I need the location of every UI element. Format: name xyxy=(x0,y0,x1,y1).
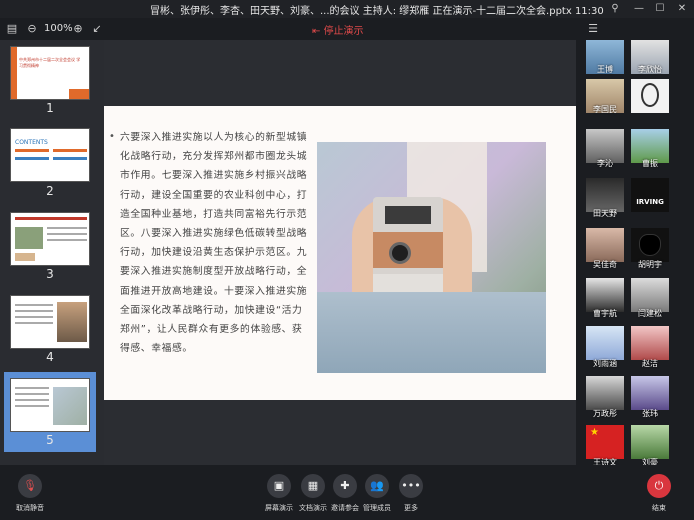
participant-name: 刘雨涵 xyxy=(593,359,617,368)
participant-name: 闫建松 xyxy=(638,309,662,318)
microphone-muted-icon[interactable]: 🎙 xyxy=(18,474,42,498)
thumbnail-number: 1 xyxy=(46,101,54,115)
slide-thumbnail-3[interactable] xyxy=(10,212,90,266)
exit-icon: ⇤ xyxy=(312,26,324,37)
participant-tile[interactable] xyxy=(631,278,669,312)
participant-name: 曹宇航 xyxy=(593,309,617,318)
participant-tile[interactable] xyxy=(586,228,624,262)
participant-tile[interactable] xyxy=(631,326,669,360)
participant-tile[interactable] xyxy=(631,79,669,113)
participant-tile[interactable] xyxy=(631,228,669,262)
participant-name: 李国民 xyxy=(593,105,617,114)
pin-icon[interactable]: ⚲ xyxy=(608,2,622,16)
slide-thumbnail-4[interactable] xyxy=(10,295,90,349)
participant-tile[interactable]: ★ xyxy=(586,425,624,459)
participant-name: 曹振 xyxy=(642,159,658,168)
thumbnail-number: 2 xyxy=(46,184,54,198)
participant-name: 李欣怡 xyxy=(638,65,662,74)
participant-tile[interactable] xyxy=(586,326,624,360)
screen-share-icon[interactable]: ▣ xyxy=(267,474,291,498)
zoom-level: 100% xyxy=(44,23,73,34)
bullet-icon: • xyxy=(109,131,115,142)
slide-thumbnail-1[interactable]: 中共郑州市十二届二次全会会议 学习贯彻精神 xyxy=(10,46,90,100)
thumbnail-number: 5 xyxy=(46,433,54,447)
stop-presenting-button[interactable]: ⇤ 停止演示 xyxy=(312,22,364,37)
participant-tile[interactable]: IRVING xyxy=(631,178,669,212)
participant-tile[interactable] xyxy=(631,425,669,459)
participant-tile[interactable] xyxy=(586,178,624,212)
manage-members-icon[interactable]: 👥 xyxy=(365,474,389,498)
more-label: 更多 xyxy=(404,504,418,512)
end-meeting-icon[interactable]: ⏻ xyxy=(647,474,671,498)
participant-tile[interactable] xyxy=(586,278,624,312)
thumbnail-number: 3 xyxy=(46,267,54,281)
participant-name: 王博 xyxy=(597,65,613,74)
participant-name: 赵洁 xyxy=(642,359,658,368)
sidebar-toggle-icon[interactable]: ▤ xyxy=(4,21,20,37)
participant-name: 万政彤 xyxy=(593,409,617,418)
fit-screen-icon[interactable]: ↙ xyxy=(89,21,105,37)
unmute-label: 取消静音 xyxy=(16,504,44,512)
document-share-icon[interactable]: ▦ xyxy=(301,474,325,498)
minimize-icon[interactable]: — xyxy=(632,2,646,16)
participant-list-icon[interactable]: ☰ xyxy=(585,21,601,37)
participant-tile[interactable] xyxy=(586,376,624,410)
zoom-out-icon[interactable]: ⊖ xyxy=(24,21,40,37)
close-icon[interactable]: ✕ xyxy=(675,2,689,16)
participant-name: 胡明宇 xyxy=(638,260,662,269)
participant-name: 田天野 xyxy=(593,209,617,218)
invite-icon[interactable]: ✚ xyxy=(333,474,357,498)
maximize-icon[interactable]: ☐ xyxy=(653,2,667,16)
slide-thumbnail-2[interactable]: CONTENTS xyxy=(10,128,90,182)
end-meeting-label: 结束 xyxy=(652,504,666,512)
more-icon[interactable]: ••• xyxy=(399,474,423,498)
slide-thumbnail-5[interactable] xyxy=(10,378,90,432)
slide-photo xyxy=(317,142,546,373)
window-title: 冒彬、张伊彤、李杏、田天野、刘豪、...的会议 主持人: 缪郑雁 正在演示-十二… xyxy=(150,6,604,17)
zoom-in-icon[interactable]: ⊕ xyxy=(70,21,86,37)
star-icon: ★ xyxy=(590,427,599,438)
thumbnail-number: 4 xyxy=(46,350,54,364)
participant-tile[interactable] xyxy=(631,376,669,410)
participant-name: 张玮 xyxy=(642,409,658,418)
participant-name: 李沁 xyxy=(597,159,613,168)
slide-body-text: 六要深入推进实施以人为核心的新型城镇化战略行动，充分发挥郑州都市圈龙头城市作用。… xyxy=(120,132,308,355)
participant-name: 吴佳奇 xyxy=(593,260,617,269)
